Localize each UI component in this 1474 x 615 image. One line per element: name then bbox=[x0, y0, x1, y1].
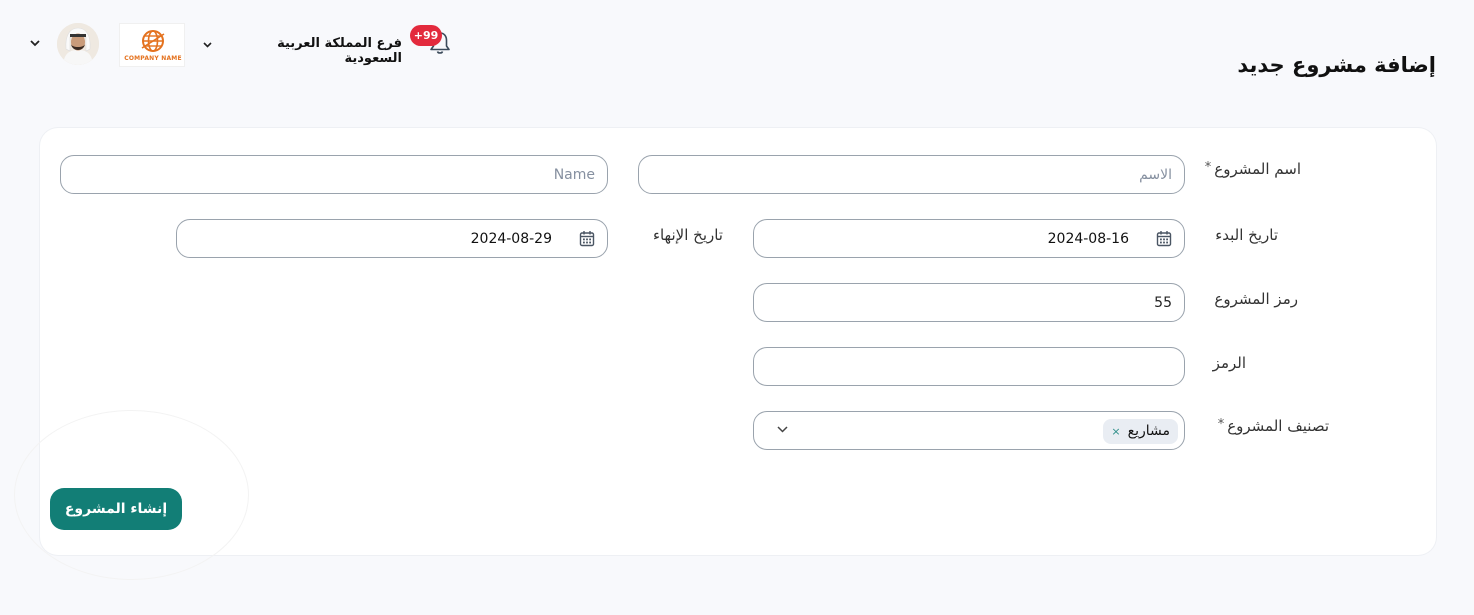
branch-selector[interactable]: فرع المملكة العربية السعودية bbox=[222, 36, 402, 66]
chevron-down-icon[interactable] bbox=[776, 425, 789, 434]
start-date-value: 2024-08-16 bbox=[1047, 231, 1129, 247]
company-logo-text: COMPANY NAME bbox=[124, 55, 182, 62]
user-avatar-icon bbox=[57, 23, 99, 65]
start-date-input[interactable]: 2024-08-16 bbox=[753, 219, 1185, 258]
project-code-label: رمز المشروع bbox=[1214, 290, 1298, 308]
code-label: الرمز bbox=[1212, 354, 1246, 372]
code-input[interactable] bbox=[753, 347, 1185, 386]
user-menu-chevron-icon[interactable] bbox=[29, 39, 41, 48]
end-date-label: تاريخ الإنهاء bbox=[652, 226, 723, 244]
avatar[interactable] bbox=[57, 23, 99, 65]
chip-remove-icon[interactable]: × bbox=[1111, 425, 1120, 438]
globe-icon bbox=[141, 30, 165, 52]
chip-label: مشاريع bbox=[1127, 423, 1170, 439]
create-project-button[interactable]: إنشاء المشروع bbox=[50, 488, 182, 530]
calendar-icon[interactable] bbox=[579, 230, 595, 247]
required-mark: * bbox=[1204, 160, 1212, 175]
top-header: COMPANY NAME فرع المملكة العربية السعودي… bbox=[0, 0, 1474, 80]
selected-classification-chip: مشاريع × bbox=[1103, 419, 1178, 444]
project-code-input[interactable] bbox=[753, 283, 1185, 322]
notification-count-badge[interactable]: +99 bbox=[410, 25, 442, 46]
page-title: إضافة مشروع جديد bbox=[1237, 53, 1436, 77]
project-name-arabic-input[interactable] bbox=[638, 155, 1185, 194]
required-mark: * bbox=[1217, 417, 1225, 432]
project-name-english-input[interactable] bbox=[60, 155, 608, 194]
branch-dropdown-chevron-icon[interactable] bbox=[202, 41, 213, 49]
company-logo: COMPANY NAME bbox=[119, 23, 185, 67]
project-classification-select[interactable]: مشاريع × bbox=[753, 411, 1185, 450]
end-date-input[interactable]: 2024-08-29 bbox=[176, 219, 608, 258]
project-classification-label-text: تصنيف المشروع bbox=[1227, 417, 1329, 435]
project-name-label-text: اسم المشروع bbox=[1214, 160, 1301, 178]
project-name-label: اسم المشروع* bbox=[1205, 160, 1301, 178]
project-classification-label: تصنيف المشروع* bbox=[1218, 417, 1329, 435]
calendar-icon[interactable] bbox=[1156, 230, 1172, 247]
end-date-value: 2024-08-29 bbox=[470, 231, 552, 247]
start-date-label: تاريخ البدء bbox=[1215, 226, 1278, 244]
